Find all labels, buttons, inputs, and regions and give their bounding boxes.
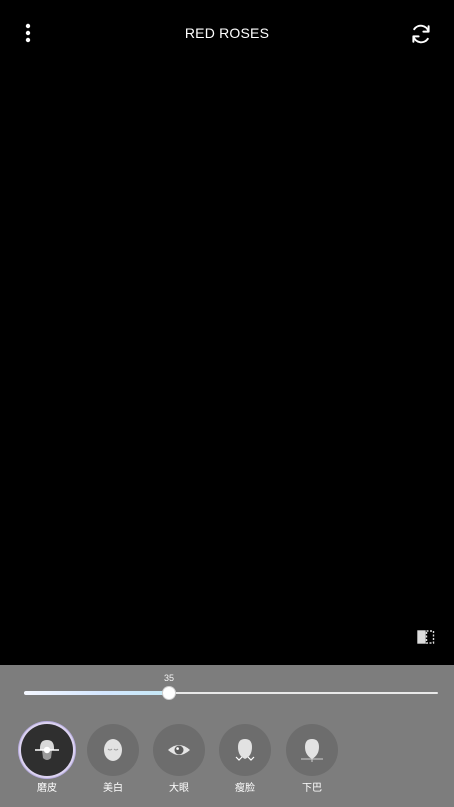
effect-smooth-skin[interactable]: 磨皮 — [17, 722, 77, 802]
camera-screen: RED ROSES 35 磨皮 美白 大眼 瘦脸 下巴 — [0, 0, 454, 807]
slider-thumb[interactable] — [163, 687, 175, 699]
top-bar: RED ROSES — [0, 0, 454, 68]
compare-button[interactable] — [414, 626, 438, 648]
effect-slim-face[interactable]: 瘦脸 — [215, 722, 275, 802]
effect-whiten[interactable]: 美白 — [83, 722, 143, 802]
compare-icon — [417, 630, 435, 644]
smooth-skin-icon — [35, 740, 59, 760]
effect-chin[interactable]: 下巴 — [282, 722, 342, 802]
effect-label: 美白 — [103, 783, 123, 794]
eye-icon — [168, 745, 190, 755]
effect-label: 下巴 — [302, 783, 322, 794]
whiten-icon — [104, 739, 122, 761]
effect-list: 磨皮 美白 大眼 瘦脸 下巴 — [0, 722, 454, 802]
switch-camera-button[interactable] — [406, 19, 436, 49]
beauty-panel: 35 磨皮 美白 大眼 瘦脸 下巴 — [0, 665, 454, 807]
refresh-icon — [412, 24, 430, 44]
slider-fill — [24, 691, 169, 695]
page-title: RED ROSES — [184, 25, 270, 41]
slider-value-label: 35 — [163, 673, 174, 683]
effect-big-eye[interactable]: 大眼 — [149, 722, 209, 802]
chin-icon — [301, 739, 323, 762]
intensity-slider[interactable]: 35 — [24, 673, 438, 701]
effect-label: 大眼 — [169, 783, 189, 794]
effect-label: 瘦脸 — [235, 783, 255, 794]
effect-label: 磨皮 — [37, 783, 57, 794]
slim-face-icon — [235, 739, 255, 761]
